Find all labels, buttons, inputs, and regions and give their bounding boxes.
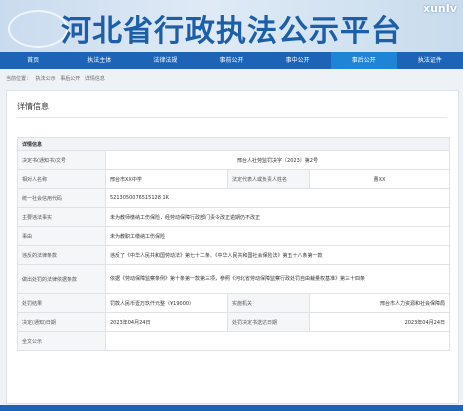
panel-title: 详情信息	[17, 102, 49, 111]
table-row: 决定(通知)日期 2023年04月24日 处罚决定书送达日期 2023年04月2…	[17, 312, 451, 332]
full-text-label: 全文公示	[17, 331, 106, 351]
delivery-date-label: 处罚决定书送达日期	[227, 312, 310, 332]
footer-bar	[0, 405, 463, 411]
breadcrumb-item[interactable]: 事后公开	[60, 76, 80, 82]
legal-basis-label: 违反的法律条款	[17, 245, 106, 265]
penalty-basis-label: 做出处罚的法律依据条款	[17, 264, 106, 294]
decision-date-label: 决定(通知)日期	[17, 312, 106, 332]
nav-mid-disclosure[interactable]: 事中公开	[265, 52, 331, 69]
detail-table: 详情信息 决定书(通知书)文号 邢台人社劳监罚决字〔2023〕第2号 相对人名称…	[16, 137, 451, 351]
violation-facts-label: 主要违法事实	[17, 207, 106, 227]
penalty-basis-value: 依据《劳动保障监察条例》第十条第一款第三项，参照《河北省劳动保障监察行政处罚自由…	[104, 264, 451, 294]
matter-label: 事由	[17, 226, 106, 246]
decision-date-value: 2023年04月24日	[105, 312, 228, 332]
org-value: 邢台市人力资源和社会保障局	[308, 293, 451, 313]
detail-panel: 详情信息 详情信息 决定书(通知书)文号 邢台人社劳监罚决字〔2023〕第2号 …	[6, 90, 459, 404]
nav-laws[interactable]: 法律法规	[132, 52, 198, 69]
party-label: 相对人名称	[17, 169, 106, 189]
delivery-date-value: 2023年04月24日	[308, 312, 451, 332]
breadcrumb-current: 详情信息	[84, 76, 105, 82]
table-row: 处罚结果 罚款人民币壹万玖仟元整（¥19000） 实施机关 邢台市人力资源和社会…	[17, 293, 451, 313]
site-banner: 河北省行政执法公示平台 xunIv	[0, 0, 463, 52]
site-title: 河北省行政执法公示平台	[61, 14, 402, 49]
party-value: 邢台市XX中学	[105, 169, 228, 189]
credit-code-value: 5213050076515128 1K	[104, 188, 451, 208]
nav-home[interactable]: 首页	[0, 52, 66, 69]
doc-number-value: 邢台人社劳监罚决字〔2023〕第2号	[104, 150, 451, 170]
nav-pre-disclosure[interactable]: 事前公开	[198, 52, 264, 69]
matter-value: 未为教职工缴纳工伤保险	[104, 226, 451, 246]
table-row: 事由 未为教职工缴纳工伤保险	[17, 226, 451, 246]
table-row: 全文公示	[17, 331, 451, 351]
breadcrumb-item[interactable]: 执法公示	[36, 76, 56, 82]
divider	[17, 117, 447, 118]
nav-post-disclosure[interactable]: 事后公开	[330, 52, 397, 69]
legal-basis-value: 违反了《中华人民共和国劳动法》第七十二条、《中华人民共和国社会保险法》第五十八条…	[104, 245, 451, 265]
table-row: 做出处罚的法律依据条款 依据《劳动保障监察条例》第十条第一款第三项，参照《河北省…	[17, 264, 451, 294]
full-text-value	[104, 331, 451, 351]
org-label: 实施机关	[227, 293, 310, 313]
table-row: 相对人名称 邢台市XX中学 法定代表人或负责人姓名 曹XX	[17, 169, 451, 189]
nav-enforcement-subject[interactable]: 执法主体	[66, 52, 132, 69]
table-row: 违反的法律条款 违反了《中华人民共和国劳动法》第七十二条、《中华人民共和国社会保…	[17, 245, 451, 265]
watermark: xunIv	[422, 2, 457, 15]
section-label: 详情信息	[16, 137, 451, 151]
table-row: 决定书(通知书)文号 邢台人社劳监罚决字〔2023〕第2号	[17, 150, 451, 170]
table-row: 主要违法事实 未为教师缴纳工伤保险，经劳动保障行政部门责令改正逾期仍不改正	[17, 207, 451, 227]
breadcrumb-prefix: 当前位置：	[6, 76, 32, 82]
legal-rep-value: 曹XX	[308, 169, 451, 189]
nav-certificates[interactable]: 执法证件	[397, 52, 463, 69]
table-header-row: 详情信息	[16, 137, 451, 151]
table-row: 统一社会信用代码 5213050076515128 1K	[17, 188, 451, 208]
legal-rep-label: 法定代表人或负责人姓名	[227, 169, 310, 189]
doc-number-label: 决定书(通知书)文号	[17, 150, 106, 170]
breadcrumb: 当前位置： 执法公示 事后公开 详情信息	[6, 75, 108, 82]
violation-facts-value: 未为教师缴纳工伤保险，经劳动保障行政部门责令改正逾期仍不改正	[104, 207, 451, 227]
penalty-result-label: 处罚结果	[17, 293, 106, 313]
main-nav: 首页 执法主体 法律法规 事前公开 事中公开 事后公开 执法证件	[0, 52, 463, 69]
credit-code-label: 统一社会信用代码	[17, 188, 106, 208]
penalty-result-value: 罚款人民币壹万玖仟元整（¥19000）	[105, 293, 228, 313]
